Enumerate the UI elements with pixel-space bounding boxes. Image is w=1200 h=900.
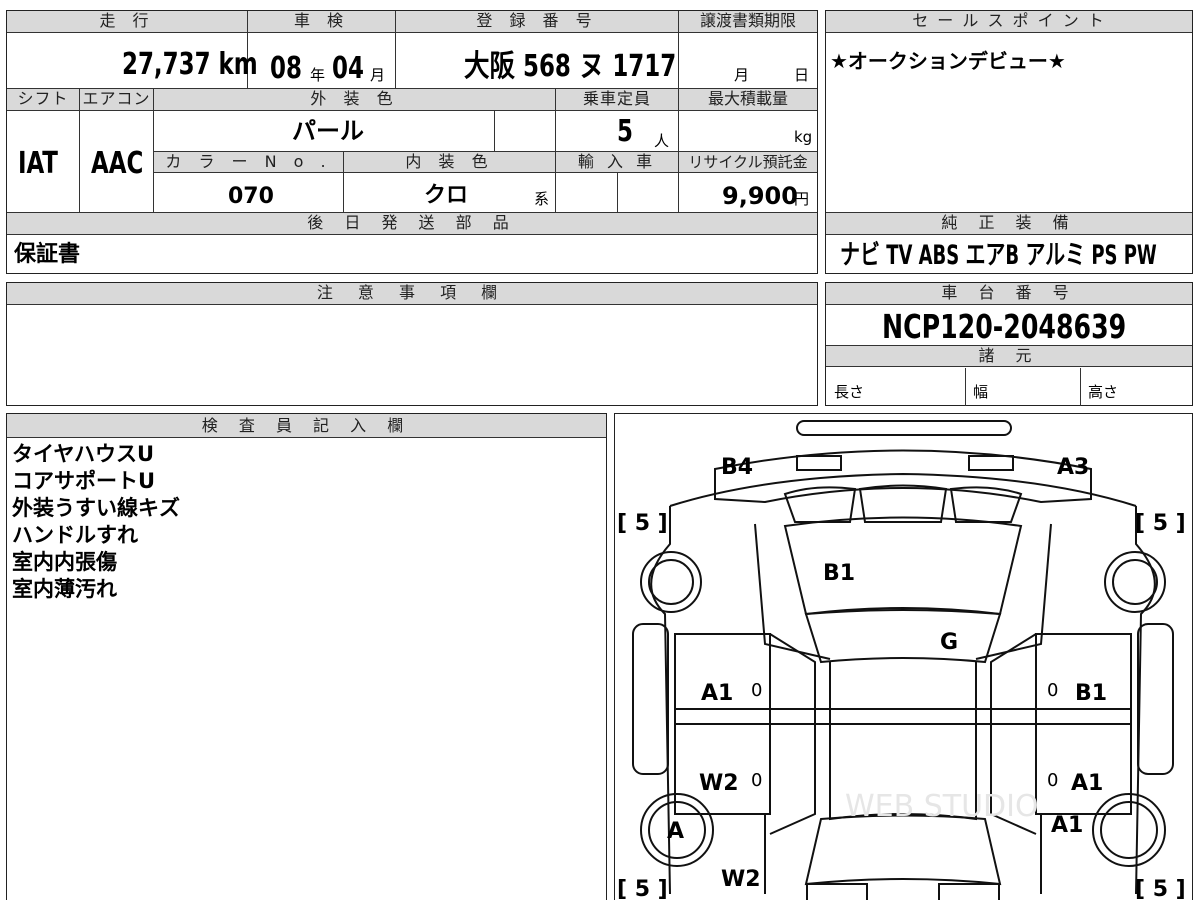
watermark-text: WEB STUDIO (845, 789, 1039, 824)
aircon-header: エアコン (80, 89, 153, 111)
tire-tread-front-right: [ 5 ] (1135, 511, 1186, 536)
color-no-value: 070 (228, 184, 274, 209)
specs-header: 諸 元 (826, 345, 1192, 367)
label-a1-left-door: A1 (701, 681, 733, 706)
divider (395, 11, 396, 88)
inspector-notes-list: タイヤハウスU コアサポートU 外装うすい線キズ ハンドルすれ 室内内張傷 室内… (12, 441, 180, 603)
shift-header: シフト (7, 89, 79, 111)
equipment-value: ナビ TV ABS エアB アルミ PS PW (840, 240, 1157, 271)
label-b1-right-door: B1 (1075, 681, 1107, 706)
zero-mark: 0 (751, 770, 762, 791)
recycle-unit: 円 (794, 190, 810, 208)
mileage-value: 27,737 km (122, 47, 258, 82)
spec-length: 長さ (834, 383, 865, 401)
label-a3: A3 (1057, 455, 1089, 480)
mileage-header: 走 行 (7, 11, 247, 33)
sales-point-header: セ ー ル ス ポ イ ン ト (826, 11, 1192, 33)
label-a-wheel: A (667, 819, 684, 844)
divider (678, 11, 679, 88)
interior-color-header: 内 装 色 (344, 151, 555, 173)
divider (1080, 368, 1081, 406)
zero-mark: 0 (1047, 680, 1058, 701)
shift-value: IAT (18, 146, 58, 181)
equipment-header: 純 正 装 備 (826, 213, 1192, 235)
zero-mark: 0 (751, 680, 762, 701)
inspection-month-unit: 月 (370, 66, 386, 84)
label-b1-windshield: B1 (823, 561, 855, 586)
spec-width: 幅 (973, 383, 989, 401)
deadline-month: 月 (734, 66, 750, 84)
registration-number: 大阪 568 ヌ 1717 (464, 49, 677, 84)
capacity-header: 乗車定員 (556, 89, 678, 111)
interior-color-value: クロ (424, 183, 469, 208)
spec-height: 高さ (1088, 383, 1119, 401)
inspector-note: 室内内張傷 (12, 550, 117, 574)
divider (494, 111, 495, 151)
tire-tread-front-left: [ 5 ] (617, 511, 668, 536)
inspection-year-unit: 年 (310, 66, 326, 84)
label-a1-right: A1 (1071, 771, 1103, 796)
max-load-unit: kg (794, 128, 813, 146)
deadline-day: 日 (794, 66, 810, 84)
recycle-value: 9,900 (722, 182, 798, 210)
shipping-parts-header: 後 日 発 送 部 品 (7, 213, 817, 235)
shipping-parts-value: 保証書 (14, 242, 81, 267)
transfer-deadline-header: 譲渡書類期限 (679, 11, 817, 33)
capacity-unit: 人 (654, 132, 670, 150)
zero-mark: 0 (1047, 770, 1058, 791)
label-a1-right-lower: A1 (1051, 813, 1083, 838)
chassis-header: 車 台 番 号 (826, 283, 1192, 305)
inspection-year: 08 (270, 51, 302, 86)
label-w2-bottom: W2 (721, 867, 761, 892)
sales-point-value: ★オークションデビュー★ (830, 49, 1066, 73)
tire-tread-rear-left: [ 5 ] (617, 877, 668, 900)
label-w2-left: W2 (699, 771, 739, 796)
label-g-roof: G (940, 630, 958, 655)
inspection-header: 車 検 (248, 11, 395, 33)
inspection-month: 04 (332, 51, 364, 86)
registration-header: 登 録 番 号 (396, 11, 678, 33)
inspector-note: ハンドルすれ (12, 523, 138, 547)
aircon-value: AAC (91, 146, 144, 181)
car-damage-diagram: B4 A3 B1 G A1 0 0 B1 W2 0 0 A1 A A1 W2 [… (614, 413, 1193, 900)
recycle-header: リサイクル預託金 (679, 151, 817, 173)
chassis-number: NCP120-2048639 (882, 307, 1127, 346)
divider (617, 173, 618, 212)
inspector-header: 検 査 員 記 入 欄 (7, 414, 606, 438)
divider (965, 368, 966, 406)
capacity-value: 5 (617, 114, 633, 149)
notes-header: 注 意 事 項 欄 (7, 283, 817, 305)
inspector-note: 室内薄汚れ (12, 577, 117, 601)
max-load-header: 最大積載量 (679, 89, 817, 111)
car-outline: B4 A3 B1 G A1 0 0 B1 W2 0 0 A1 A A1 W2 [… (617, 420, 1186, 900)
interior-color-unit: 系 (534, 190, 550, 208)
exterior-color-value: パール (292, 117, 364, 145)
inspector-note: 外装うすい線キズ (12, 496, 180, 520)
tire-tread-rear-right: [ 5 ] (1135, 877, 1186, 900)
import-header: 輸 入 車 (556, 151, 678, 173)
divider (79, 89, 80, 212)
inspector-note: コアサポートU (12, 469, 156, 493)
label-b4: B4 (721, 455, 753, 480)
exterior-color-header: 外 装 色 (154, 89, 555, 111)
color-no-header: カ ラ ー N o . (154, 151, 343, 173)
inspector-note: タイヤハウスU (12, 442, 155, 466)
